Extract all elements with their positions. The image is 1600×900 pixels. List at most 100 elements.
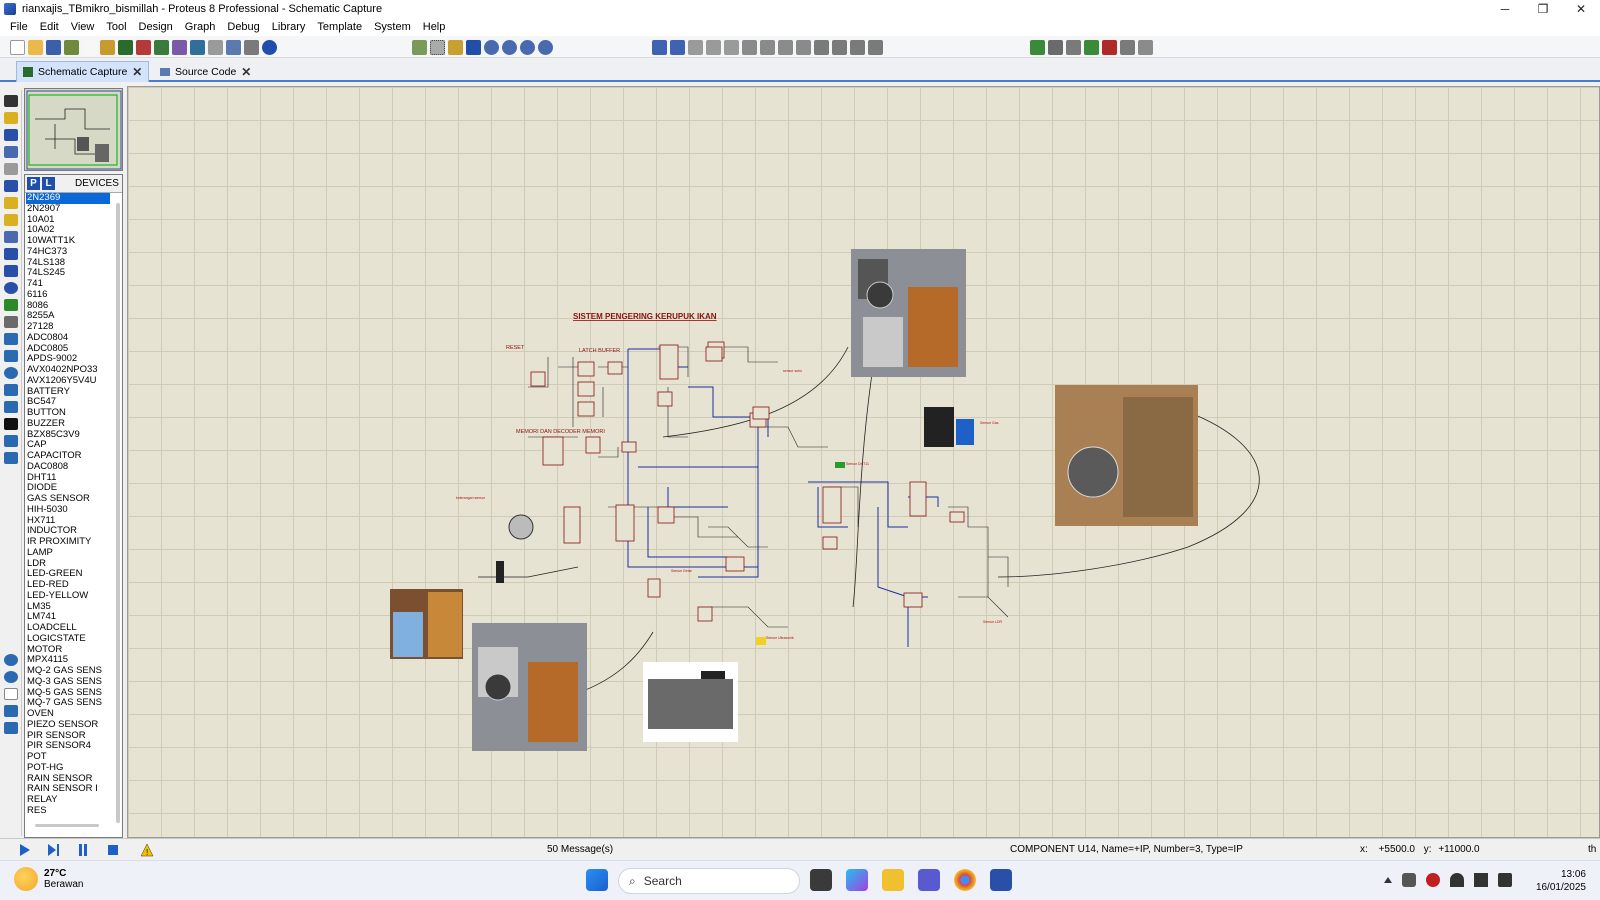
help-icon[interactable] — [262, 39, 277, 55]
device-list-item[interactable]: IR PROXIMITY — [26, 537, 110, 548]
device-list-item[interactable]: PIEZO SENSOR — [26, 720, 110, 731]
device-list-item[interactable]: LDR — [26, 559, 110, 570]
onedrive-icon[interactable] — [1402, 873, 1416, 887]
device-list-item[interactable]: ADC0804 — [26, 333, 110, 344]
device-list-item[interactable]: LM741 — [26, 612, 110, 623]
notes-icon[interactable] — [244, 39, 259, 55]
device-list-item[interactable]: CAP — [26, 440, 110, 451]
close-source-tab-button[interactable]: ✕ — [241, 65, 251, 79]
tape-recorder-icon[interactable] — [4, 316, 18, 328]
device-list-item[interactable]: ADC0805 — [26, 344, 110, 355]
new-sheet-icon[interactable] — [1084, 39, 1099, 55]
device-list-item[interactable]: BUZZER — [26, 419, 110, 430]
arc-icon[interactable] — [4, 384, 18, 396]
device-list-item[interactable]: 8086 — [26, 301, 110, 312]
message-count[interactable]: 50 Message(s) — [547, 844, 613, 855]
3d-view-icon[interactable] — [172, 39, 187, 55]
start-button[interactable] — [586, 869, 608, 891]
device-list-item[interactable]: 74LS138 — [26, 258, 110, 269]
menu-graph[interactable]: Graph — [179, 21, 222, 33]
search-tag-icon[interactable] — [1048, 39, 1063, 55]
device-list-item[interactable]: MQ-3 GAS SENS — [26, 677, 110, 688]
teams-icon[interactable] — [918, 869, 940, 891]
step-simulation-button[interactable] — [46, 843, 60, 857]
wifi-icon[interactable] — [1450, 873, 1464, 887]
device-list-item[interactable]: CAPACITOR — [26, 451, 110, 462]
show-hidden-icons[interactable] — [1384, 877, 1392, 883]
close-window-button[interactable]: ✕ — [1562, 0, 1600, 18]
taskbar-clock[interactable]: 13:06 16/01/2025 — [1536, 868, 1586, 894]
selection-mode-icon[interactable] — [4, 95, 18, 107]
line-icon[interactable] — [4, 333, 18, 345]
device-list-item[interactable]: APDS-9002 — [26, 354, 110, 365]
wire-autorouter-icon[interactable] — [1030, 39, 1045, 55]
device-list-item[interactable]: POT-HG — [26, 763, 110, 774]
probe-icon[interactable] — [4, 282, 18, 294]
device-list-item[interactable]: BATTERY — [26, 387, 110, 398]
close-schematic-tab-button[interactable]: ✕ — [132, 65, 142, 79]
device-list-item[interactable]: 741 — [26, 279, 110, 290]
minimize-button[interactable]: ─ — [1486, 0, 1524, 18]
device-list-item[interactable]: 6116 — [26, 290, 110, 301]
device-list-item[interactable]: POT — [26, 752, 110, 763]
origin-icon[interactable] — [448, 39, 463, 55]
stop-simulation-button[interactable] — [106, 843, 120, 857]
zoom-out-icon[interactable] — [502, 39, 517, 55]
device-list-item[interactable]: LED-RED — [26, 580, 110, 591]
zoom-in-icon[interactable] — [484, 39, 499, 55]
new-file-icon[interactable] — [10, 39, 25, 55]
menu-view[interactable]: View — [65, 21, 101, 33]
exit-to-parent-icon[interactable] — [1120, 39, 1135, 55]
device-list-item[interactable]: INDUCTOR — [26, 526, 110, 537]
battery-icon[interactable] — [1498, 873, 1512, 887]
design-explorer-icon[interactable] — [208, 39, 223, 55]
menu-tool[interactable]: Tool — [100, 21, 132, 33]
graph-icon[interactable] — [4, 248, 18, 260]
device-list-item[interactable]: RELAY — [26, 795, 110, 806]
device-list-item[interactable]: MQ-5 GAS SENS — [26, 688, 110, 699]
schematic-icon[interactable] — [118, 39, 133, 55]
device-pins-icon[interactable] — [4, 231, 18, 243]
menu-help[interactable]: Help — [417, 21, 452, 33]
device-list-item[interactable]: PIR SENSOR — [26, 731, 110, 742]
block-delete-icon[interactable] — [796, 39, 811, 55]
device-list-item[interactable]: MPX4115 — [26, 655, 110, 666]
warning-icon[interactable]: ! — [140, 843, 154, 857]
device-list-item[interactable]: DHT11 — [26, 473, 110, 484]
schematic-canvas[interactable]: SISTEM PENGERING KERUPUK IKAN RESET LATC… — [127, 86, 1600, 838]
proteus-taskbar-icon[interactable] — [990, 869, 1012, 891]
device-list-item[interactable]: 10A01 — [26, 215, 110, 226]
run-simulation-button[interactable] — [18, 843, 32, 857]
redo-icon[interactable] — [670, 39, 685, 55]
marker-icon[interactable] — [4, 452, 18, 464]
device-list-item[interactable]: 74LS245 — [26, 268, 110, 279]
chrome-icon[interactable] — [954, 869, 976, 891]
sync-icon[interactable] — [1426, 873, 1440, 887]
device-list-item[interactable]: AVX0402NPO33 — [26, 365, 110, 376]
library-manager-button[interactable]: L — [42, 177, 55, 190]
device-list-item[interactable]: 74HC373 — [26, 247, 110, 258]
device-list-item[interactable]: MQ-2 GAS SENS — [26, 666, 110, 677]
component-mode-icon[interactable] — [4, 112, 18, 124]
menu-edit[interactable]: Edit — [34, 21, 65, 33]
device-list-item[interactable]: RAIN SENSOR — [26, 774, 110, 785]
device-list-item[interactable]: DAC0808 — [26, 462, 110, 473]
property-tool-icon[interactable] — [1066, 39, 1081, 55]
overview-window[interactable] — [24, 88, 123, 171]
instrument-icon[interactable] — [4, 299, 18, 311]
pick-device-icon[interactable] — [814, 39, 829, 55]
device-list-item[interactable]: LOADCELL — [26, 623, 110, 634]
device-list-item[interactable]: BC547 — [26, 397, 110, 408]
device-list-item[interactable]: 27128 — [26, 322, 110, 333]
mirror-x-icon[interactable] — [4, 705, 18, 717]
volume-icon[interactable] — [1474, 873, 1488, 887]
remove-sheet-icon[interactable] — [1102, 39, 1117, 55]
maximize-button[interactable]: ❐ — [1524, 0, 1562, 18]
device-list-item[interactable]: OVEN — [26, 709, 110, 720]
open-folder-icon[interactable] — [28, 39, 43, 55]
device-list-item[interactable]: LED-GREEN — [26, 569, 110, 580]
home-icon[interactable] — [100, 39, 115, 55]
packaging-tool-icon[interactable] — [850, 39, 865, 55]
block-copy-icon[interactable] — [742, 39, 757, 55]
file-explorer-icon[interactable] — [882, 869, 904, 891]
